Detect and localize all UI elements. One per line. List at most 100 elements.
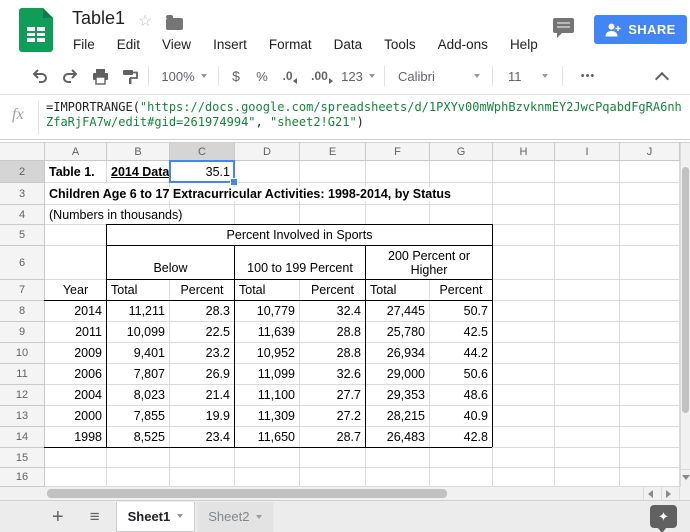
menu-addons[interactable]: Add-ons (427, 37, 499, 52)
cell-J5[interactable] (620, 225, 680, 246)
row-header-9[interactable]: 9 (0, 322, 45, 343)
cell-C12[interactable]: 21.4 (170, 385, 235, 406)
row-header-13[interactable]: 13 (0, 406, 45, 427)
cell-J14[interactable] (620, 427, 680, 448)
cell-I9[interactable] (555, 322, 620, 343)
cell-B12[interactable]: 8,023 (107, 385, 170, 406)
cell-A9[interactable]: 2011 (45, 322, 107, 343)
scroll-right-arrow-icon[interactable] (666, 490, 671, 498)
cell-J12[interactable] (620, 385, 680, 406)
cell-F6[interactable]: 200 Percent or Higher (366, 246, 493, 280)
folder-icon[interactable] (166, 18, 183, 30)
menu-edit[interactable]: Edit (106, 37, 151, 52)
cell-I4[interactable] (555, 205, 620, 225)
row-header-2[interactable]: 2 (0, 161, 45, 183)
sheet-tab-sheet2[interactable]: Sheet2 (197, 502, 273, 532)
cell-A12[interactable]: 2004 (45, 385, 107, 406)
cell-H4[interactable] (493, 205, 555, 225)
cell-F14[interactable]: 26,483 (366, 427, 430, 448)
cell-I11[interactable] (555, 364, 620, 385)
row-header-12[interactable]: 12 (0, 385, 45, 406)
column-header-B[interactable]: B (107, 143, 170, 161)
cell-G11[interactable]: 50.6 (430, 364, 493, 385)
cell-H5[interactable] (493, 225, 555, 246)
row-header-6[interactable]: 6 (0, 246, 45, 280)
menu-help[interactable]: Help (499, 37, 549, 52)
cell-B8[interactable]: 11,211 (107, 301, 170, 322)
menu-tools[interactable]: Tools (373, 37, 427, 52)
zoom-select[interactable]: 100% (156, 58, 212, 94)
cell-A15[interactable] (45, 448, 107, 468)
cell-C9[interactable]: 22.5 (170, 322, 235, 343)
cell-E13[interactable]: 27.2 (300, 406, 366, 427)
cell-D16[interactable] (235, 468, 300, 487)
cell-J6[interactable] (620, 246, 680, 280)
cell-B16[interactable] (107, 468, 170, 487)
cell-E4[interactable] (300, 205, 366, 225)
cell-H6[interactable] (493, 246, 555, 280)
cell-E14[interactable]: 28.7 (300, 427, 366, 448)
currency-format-button[interactable]: $ (224, 58, 248, 94)
cell-C14[interactable]: 23.4 (170, 427, 235, 448)
cell-H8[interactable] (493, 301, 555, 322)
formula-input[interactable]: =IMPORTRANGE("https://docs.google.com/sp… (46, 100, 682, 130)
cell-G10[interactable]: 44.2 (430, 343, 493, 364)
number-format-select[interactable]: 123 (338, 58, 378, 94)
horizontal-scrollbar[interactable] (0, 486, 690, 500)
row-header-10[interactable]: 10 (0, 343, 45, 364)
font-size-select[interactable]: 11 (500, 58, 556, 94)
column-header-C[interactable]: C (170, 143, 235, 161)
cell-I15[interactable] (555, 448, 620, 468)
menu-format[interactable]: Format (258, 37, 323, 52)
cell-D7[interactable]: Total (235, 280, 300, 301)
cell-E10[interactable]: 28.8 (300, 343, 366, 364)
fill-handle[interactable] (230, 178, 238, 186)
cell-A13[interactable]: 2000 (45, 406, 107, 427)
cell-F15[interactable] (366, 448, 430, 468)
cell-F13[interactable]: 28,215 (366, 406, 430, 427)
cell-J13[interactable] (620, 406, 680, 427)
cell-D6[interactable]: 100 to 199 Percent (235, 246, 366, 280)
cell-J7[interactable] (620, 280, 680, 301)
cell-A7[interactable]: Year (45, 280, 107, 301)
cell-I3[interactable] (555, 183, 620, 205)
cell-B2[interactable]: 2014 Data (107, 161, 170, 183)
cell-I10[interactable] (555, 343, 620, 364)
cell-A11[interactable]: 2006 (45, 364, 107, 385)
cell-D2[interactable] (235, 161, 300, 183)
cell-B13[interactable]: 7,855 (107, 406, 170, 427)
menu-file[interactable]: File (62, 37, 106, 52)
percent-format-button[interactable]: % (250, 58, 274, 94)
cell-B7[interactable]: Total (107, 280, 170, 301)
horizontal-scrollbar-thumb[interactable] (47, 489, 447, 498)
cell-I16[interactable] (555, 468, 620, 487)
cell-G4[interactable] (430, 205, 493, 225)
cell-F16[interactable] (366, 468, 430, 487)
column-header-F[interactable]: F (366, 143, 430, 161)
more-toolbar-button[interactable]: ••• (570, 58, 606, 94)
cell-I7[interactable] (555, 280, 620, 301)
row-header-4[interactable]: 4 (0, 205, 45, 225)
row-header-5[interactable]: 5 (0, 225, 45, 246)
cell-H7[interactable] (493, 280, 555, 301)
vertical-scrollbar[interactable] (680, 143, 690, 487)
column-header-D[interactable]: D (235, 143, 300, 161)
cell-D13[interactable]: 11,309 (235, 406, 300, 427)
star-icon[interactable]: ☆ (138, 11, 152, 31)
explore-button[interactable]: ✦ (650, 505, 677, 528)
cell-F10[interactable]: 26,934 (366, 343, 430, 364)
cell-D8[interactable]: 10,779 (235, 301, 300, 322)
cell-B10[interactable]: 9,401 (107, 343, 170, 364)
document-title[interactable]: Table1 (72, 8, 125, 29)
all-sheets-button[interactable]: ≡ (90, 508, 100, 525)
cell-I13[interactable] (555, 406, 620, 427)
row-header-14[interactable]: 14 (0, 427, 45, 448)
cell-H14[interactable] (493, 427, 555, 448)
cell-F11[interactable]: 29,000 (366, 364, 430, 385)
cell-E8[interactable]: 32.4 (300, 301, 366, 322)
print-button[interactable] (87, 58, 113, 94)
redo-button[interactable] (57, 58, 83, 94)
cell-I2[interactable] (555, 161, 620, 183)
cell-D11[interactable]: 11,099 (235, 364, 300, 385)
cell-C7[interactable]: Percent (170, 280, 235, 301)
